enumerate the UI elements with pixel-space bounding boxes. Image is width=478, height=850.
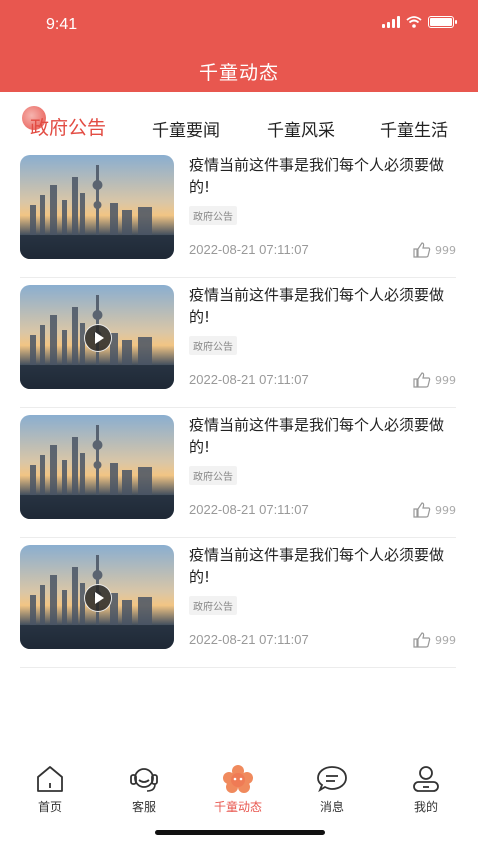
page-title: 千童动态 bbox=[198, 62, 279, 84]
publish-date: 2022-08-21 07:11:07 bbox=[189, 242, 309, 257]
like-count: 999 bbox=[435, 373, 456, 387]
tabbar-profile-label: 我的 bbox=[413, 800, 438, 814]
home-icon bbox=[37, 766, 63, 792]
like-button[interactable]: 999 bbox=[413, 372, 456, 388]
article-thumbnail[interactable] bbox=[20, 545, 174, 649]
status-time: 9:41 bbox=[46, 16, 78, 33]
tabbar-service[interactable]: 客服 bbox=[114, 764, 174, 815]
like-count: 999 bbox=[435, 243, 456, 257]
list-item[interactable]: 疫情当前这件事是我们每个人必须要做的! 政府公告 2022-08-21 07:1… bbox=[20, 148, 456, 278]
home-indicator bbox=[155, 830, 325, 835]
like-count: 999 bbox=[435, 633, 456, 647]
like-button[interactable]: 999 bbox=[413, 502, 456, 518]
category-tag: 政府公告 bbox=[189, 466, 237, 485]
article-thumbnail[interactable] bbox=[20, 155, 174, 259]
article-title[interactable]: 疫情当前这件事是我们每个人必须要做的! bbox=[189, 414, 457, 458]
tab-government-notice[interactable]: 政府公告 bbox=[30, 113, 106, 140]
status-icons bbox=[382, 16, 457, 28]
tabbar-dynamics-label: 千童动态 bbox=[213, 800, 262, 814]
article-title[interactable]: 疫情当前这件事是我们每个人必须要做的! bbox=[189, 154, 457, 198]
list-item[interactable]: 疫情当前这件事是我们每个人必须要做的! 政府公告 2022-08-21 07:1… bbox=[20, 538, 456, 668]
publish-date: 2022-08-21 07:11:07 bbox=[189, 632, 309, 647]
category-tabs: 政府公告 千童要闻 千童风采 千童生活 bbox=[0, 92, 478, 148]
tabbar-dynamics[interactable]: 千童动态 bbox=[208, 764, 268, 815]
tabbar-messages-label: 消息 bbox=[319, 800, 344, 814]
publish-date: 2022-08-21 07:11:07 bbox=[189, 502, 309, 517]
thumbs-up-icon bbox=[413, 632, 431, 648]
list-item[interactable]: 疫情当前这件事是我们每个人必须要做的! 政府公告 2022-08-21 07:1… bbox=[20, 408, 456, 538]
bottom-tab-bar: 首页 客服 千童动态 消息 我的 bbox=[0, 756, 478, 826]
battery-icon bbox=[428, 16, 457, 28]
play-icon[interactable] bbox=[84, 584, 112, 612]
publish-date: 2022-08-21 07:11:07 bbox=[189, 372, 309, 387]
tabbar-messages[interactable]: 消息 bbox=[302, 764, 362, 815]
tabbar-service-label: 客服 bbox=[131, 800, 156, 814]
like-count: 999 bbox=[435, 503, 456, 517]
article-thumbnail[interactable] bbox=[20, 285, 174, 389]
chat-icon bbox=[317, 766, 347, 793]
article-thumbnail[interactable] bbox=[20, 415, 174, 519]
category-tag: 政府公告 bbox=[189, 596, 237, 615]
article-title[interactable]: 疫情当前这件事是我们每个人必须要做的! bbox=[189, 544, 457, 588]
like-button[interactable]: 999 bbox=[413, 632, 456, 648]
category-tag: 政府公告 bbox=[189, 206, 237, 225]
play-icon[interactable] bbox=[84, 324, 112, 352]
tab-life[interactable]: 千童生活 bbox=[380, 116, 448, 141]
thumbs-up-icon bbox=[413, 502, 431, 518]
tab-news[interactable]: 千童要闻 bbox=[152, 116, 220, 141]
flower-icon bbox=[223, 765, 253, 793]
thumbs-up-icon bbox=[413, 372, 431, 388]
wifi-icon bbox=[406, 16, 422, 28]
list-item[interactable]: 疫情当前这件事是我们每个人必须要做的! 政府公告 2022-08-21 07:1… bbox=[20, 278, 456, 408]
tabbar-home[interactable]: 首页 bbox=[20, 764, 80, 815]
tabbar-home-label: 首页 bbox=[37, 800, 62, 814]
headset-icon bbox=[130, 768, 158, 792]
article-title[interactable]: 疫情当前这件事是我们每个人必须要做的! bbox=[189, 284, 457, 328]
app-header: 9:41 千童动态 bbox=[0, 0, 478, 92]
signal-icon bbox=[382, 16, 400, 28]
category-tag: 政府公告 bbox=[189, 336, 237, 355]
like-button[interactable]: 999 bbox=[413, 242, 456, 258]
thumbs-up-icon bbox=[413, 242, 431, 258]
tab-style[interactable]: 千童风采 bbox=[267, 116, 335, 141]
user-icon bbox=[413, 766, 439, 792]
tabbar-profile[interactable]: 我的 bbox=[396, 764, 456, 815]
